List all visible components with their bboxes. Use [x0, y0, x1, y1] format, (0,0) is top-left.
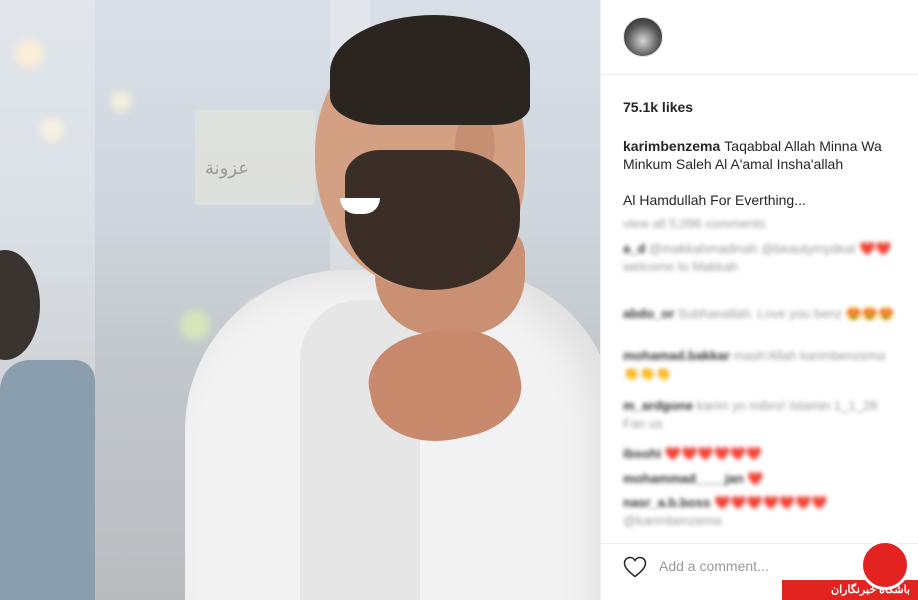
post-photo[interactable]: عزونة [0, 0, 600, 600]
comment: abdo_or Subhanallah. Love you benz 😍😍😍 [623, 305, 903, 323]
comment-username[interactable]: a_d [623, 241, 645, 256]
comment-text: ❤️❤️❤️❤️❤️❤️ [664, 446, 763, 461]
sign-text: عزونة [205, 158, 250, 178]
divider [601, 74, 918, 75]
hair [330, 15, 530, 125]
comment: m_ardgone karim yo mibro! Islamin 1_1_28… [623, 397, 903, 433]
comment-username[interactable]: abdo_or [623, 306, 674, 321]
comment-username[interactable]: mohammad____jan [623, 471, 744, 486]
comment: mohammad____jan ❤️ [623, 470, 903, 488]
view-all-comments[interactable]: view all 5,096 comments [623, 215, 903, 233]
comment-username[interactable]: m_ardgone [623, 398, 693, 413]
comment: ibsohi ❤️❤️❤️❤️❤️❤️ [623, 445, 903, 463]
profile-avatar[interactable] [623, 17, 663, 57]
comment: mohamad.bakkar mash'Allah karimbenzema 👏… [623, 347, 903, 383]
comment: a_d @makkahmadinah @beautymydeal ❤️❤️ we… [623, 240, 903, 276]
watermark-emblem-icon [860, 540, 910, 590]
add-comment-input[interactable]: Add a comment... [659, 558, 769, 574]
comment-text: Subhanallah. Love you benz 😍😍😍 [677, 306, 895, 321]
watermark-logo: باشگاه خبرنگاران [782, 540, 918, 600]
background-person [0, 360, 95, 600]
beard [345, 150, 520, 290]
comment-username[interactable]: nasr_a.b.boss [623, 495, 710, 510]
comment-username[interactable]: mohamad.bakkar [623, 348, 730, 363]
likes-count[interactable]: 75.1k likes [623, 99, 693, 115]
background-sign: عزونة [195, 110, 315, 205]
caption-username[interactable]: karimbenzema [623, 138, 720, 154]
comment-text: @makkahmadinah @beautymydeal ❤️❤️ welcom… [623, 241, 892, 274]
heart-icon[interactable] [623, 556, 647, 578]
comment-text: ❤️ [747, 471, 764, 486]
comment-username[interactable]: ibsohi [623, 446, 661, 461]
post-caption-line2: Al Hamdullah For Everthing... [623, 192, 806, 208]
post-caption: karimbenzema Taqabbal Allah Minna Wa Mink… [623, 137, 913, 173]
comment: nasr_a.b.boss ❤️❤️❤️❤️❤️❤️❤️ @karimbenze… [623, 494, 903, 530]
post-sidebar: 75.1k likes karimbenzema Taqabbal Allah M… [600, 0, 918, 600]
